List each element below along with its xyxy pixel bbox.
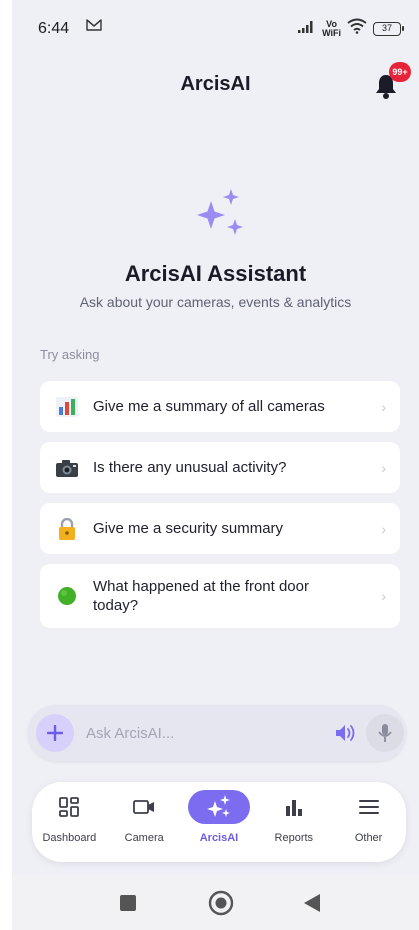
nav-reports[interactable]: Reports [256, 782, 331, 862]
ask-input[interactable] [86, 719, 316, 747]
status-bar: 6:44 Vo WiFi 37 [12, 0, 419, 52]
chevron-right-icon: › [381, 520, 386, 537]
try-asking-heading: Try asking [40, 347, 100, 362]
chat-input-bar [28, 705, 406, 761]
notification-badge: 99+ [389, 62, 411, 82]
nav-label: ArcisAI [199, 832, 239, 844]
nav-label: Reports [274, 832, 314, 844]
bottom-nav: Dashboard Camera ArcisAI Reports Other [32, 782, 406, 862]
suggestion-card-summary[interactable]: Give me a summary of all cameras › [40, 381, 400, 432]
wifi-icon [347, 18, 367, 39]
app-title: ArcisAI [180, 73, 251, 95]
attach-button[interactable] [36, 714, 74, 752]
bar-chart-icon [263, 790, 325, 824]
sparkle-icon [195, 189, 245, 246]
suggestion-label: Is there any unusual activity? [93, 459, 287, 476]
system-nav-bar [12, 875, 419, 930]
menu-icon [338, 790, 400, 824]
nav-label: Dashboard [42, 832, 97, 844]
suggestion-label: Give me a security summary [93, 520, 284, 537]
sparkle-icon [187, 790, 250, 824]
nav-dashboard[interactable]: Dashboard [32, 782, 107, 862]
assistant-subtitle: Ask about your cameras, events & analyti… [79, 294, 352, 310]
nav-label: Camera [124, 832, 164, 844]
wifi-label: WiFi [322, 27, 341, 38]
speaker-icon[interactable] [334, 722, 358, 744]
suggestion-card-security[interactable]: Give me a security summary › [40, 503, 400, 554]
bar-chart-icon [56, 396, 78, 418]
chevron-right-icon: › [381, 459, 386, 476]
camera-icon [56, 457, 78, 479]
suggestion-card-front-door[interactable]: What happened at the front door today? › [40, 564, 400, 628]
back-triangle-icon[interactable] [304, 894, 320, 917]
status-icons: Vo WiFi 37 [298, 18, 404, 39]
plus-icon [47, 725, 63, 741]
green-circle-icon [56, 585, 78, 607]
lock-icon [56, 517, 78, 540]
nav-label: Other [354, 832, 383, 844]
microphone-icon [378, 724, 392, 742]
dashboard-icon [38, 790, 100, 824]
home-circle-icon[interactable] [208, 890, 234, 921]
chevron-right-icon: › [381, 398, 386, 415]
nav-camera[interactable]: Camera [107, 782, 182, 862]
app-screen: 6:44 Vo WiFi 37 ArcisAI 99+ ArcisAI Assi… [12, 0, 419, 930]
microphone-button[interactable] [366, 714, 404, 752]
nav-arcisai[interactable]: ArcisAI [182, 782, 257, 862]
vowifi-indicator: Vo WiFi [322, 19, 341, 38]
recents-square-icon[interactable] [120, 895, 136, 916]
suggestion-card-activity[interactable]: Is there any unusual activity? › [40, 442, 400, 493]
suggestion-label: What happened at the front door today? [93, 578, 309, 614]
mail-icon [86, 18, 102, 37]
battery-indicator: 37 [373, 21, 404, 36]
assistant-title: ArcisAI Assistant [124, 261, 307, 286]
suggestion-label: Give me a summary of all cameras [93, 398, 325, 415]
video-camera-icon [113, 790, 175, 824]
signal-icon [298, 20, 316, 38]
status-time: 6:44 [38, 20, 70, 37]
nav-other[interactable]: Other [331, 782, 406, 862]
chevron-right-icon: › [381, 588, 386, 604]
